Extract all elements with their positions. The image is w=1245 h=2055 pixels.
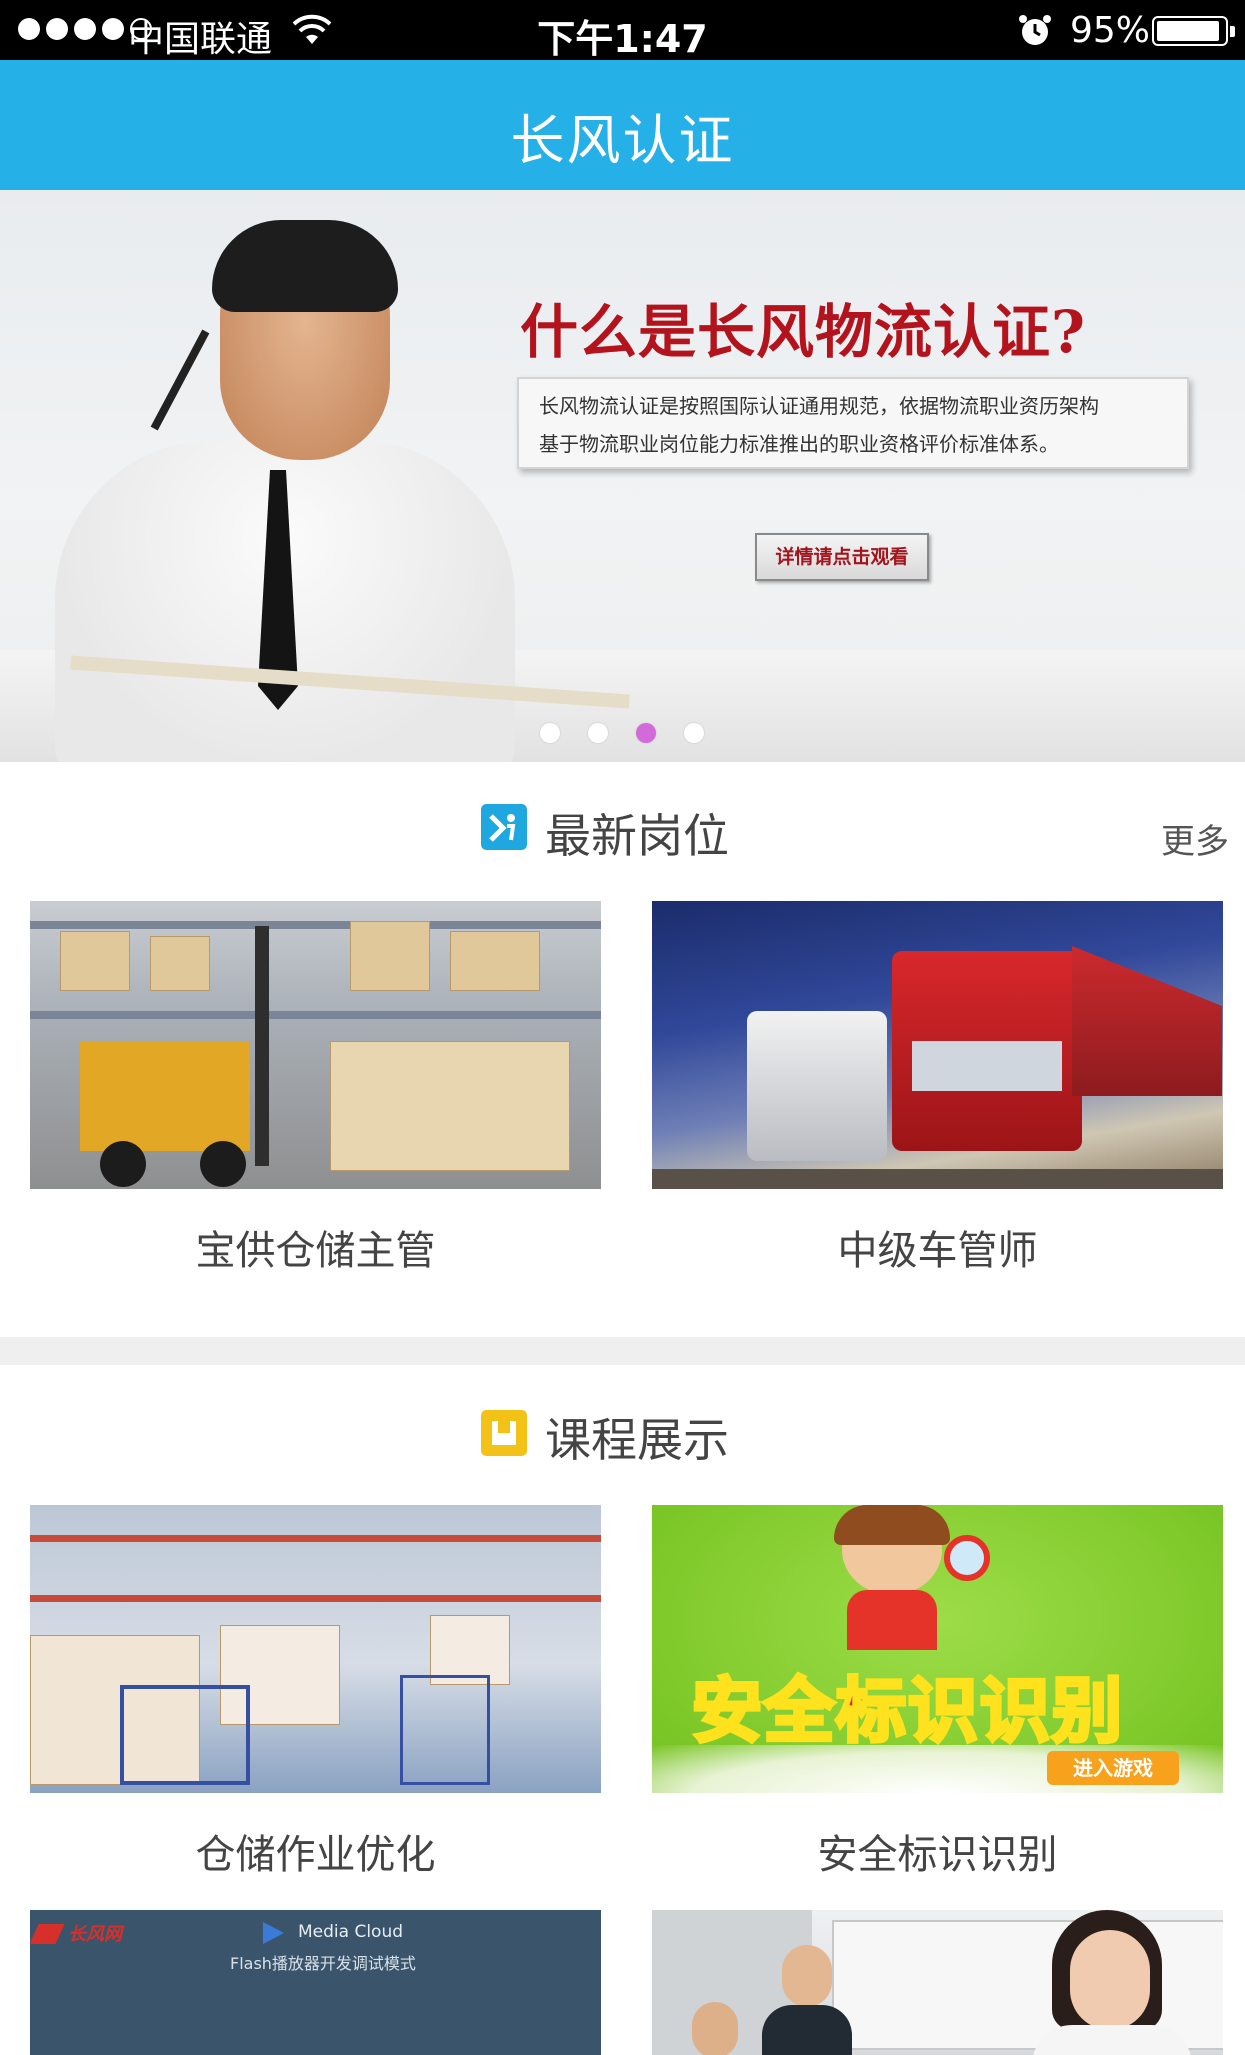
course-card-image-1[interactable]: [30, 1505, 601, 1793]
pager-dot-2[interactable]: [588, 723, 608, 743]
job-card-label-1[interactable]: 宝供仓储主管: [30, 1218, 601, 1276]
section-divider: [0, 1337, 1245, 1365]
pager-dot-3[interactable]: [636, 723, 656, 743]
status-time: 下午1:47: [537, 17, 708, 61]
banner-description-line-1: 长风物流认证是按照国际认证通用规范，依据物流职业资历架构: [539, 394, 1099, 418]
pager-dot-4[interactable]: [684, 723, 704, 743]
courses-section-icon: [481, 1410, 527, 1456]
courses-section-header: 课程展示: [0, 1404, 1245, 1484]
banner-carousel[interactable]: 什么是长风物流认证? 长风物流认证是按照国际认证通用规范，依据物流职业资历架构 …: [0, 190, 1245, 762]
banner-details-button[interactable]: 详情请点击观看: [755, 533, 929, 581]
banner-pen: [150, 329, 210, 431]
course-card-image-3[interactable]: 长风网 Media Cloud Flash播放器开发调试模式: [30, 1910, 601, 2055]
jobs-more-link[interactable]: 更多: [1161, 814, 1229, 863]
battery-percent: 95%: [1070, 10, 1151, 51]
jobs-section-icon: [481, 804, 527, 850]
pager-dot-1[interactable]: [540, 723, 560, 743]
course-card-image-2-text: 安全标识识别: [690, 1668, 1124, 1754]
course-card-image-2-button: 进入游戏: [1047, 1751, 1179, 1785]
jobs-section-header: 最新岗位 更多: [0, 800, 1245, 880]
jobs-section-title: 最新岗位: [545, 809, 729, 863]
course-card-image-3-title: Media Cloud: [298, 1922, 404, 1942]
course-card-image-2[interactable]: 安全标识识别 进入游戏: [652, 1505, 1223, 1793]
course-card-image-4[interactable]: [652, 1910, 1223, 2055]
banner-headline: 什么是长风物流认证?: [520, 298, 1086, 366]
job-card-image-2[interactable]: [652, 901, 1223, 1189]
battery-icon: [1152, 16, 1235, 46]
course-card-image-3-subtitle: Flash播放器开发调试模式: [230, 1954, 416, 1973]
carousel-pager: [540, 723, 704, 743]
job-card-label-2[interactable]: 中级车管师: [652, 1218, 1223, 1276]
media-cloud-play-icon: [263, 1922, 284, 1944]
status-bar: 中国联通 下午1:47 95%: [0, 0, 1245, 61]
page-title: 长风认证: [510, 109, 735, 172]
course-card-image-3-brand: 长风网: [68, 1924, 122, 1945]
course-card-label-1[interactable]: 仓储作业优化: [30, 1822, 601, 1880]
banner-person-hair: [212, 220, 398, 312]
alarm-icon: [1019, 15, 1051, 45]
banner-description: 长风物流认证是按照国际认证通用规范，依据物流职业资历架构 基于物流职业岗位能力标…: [517, 377, 1189, 469]
courses-section-title: 课程展示: [545, 1413, 729, 1467]
nav-header: 长风认证: [0, 60, 1245, 190]
banner-description-line-2: 基于物流职业岗位能力标准推出的职业资格评价标准体系。: [539, 432, 1059, 456]
job-card-image-1[interactable]: [30, 901, 601, 1189]
course-card-label-2[interactable]: 安全标识识别: [652, 1822, 1223, 1880]
